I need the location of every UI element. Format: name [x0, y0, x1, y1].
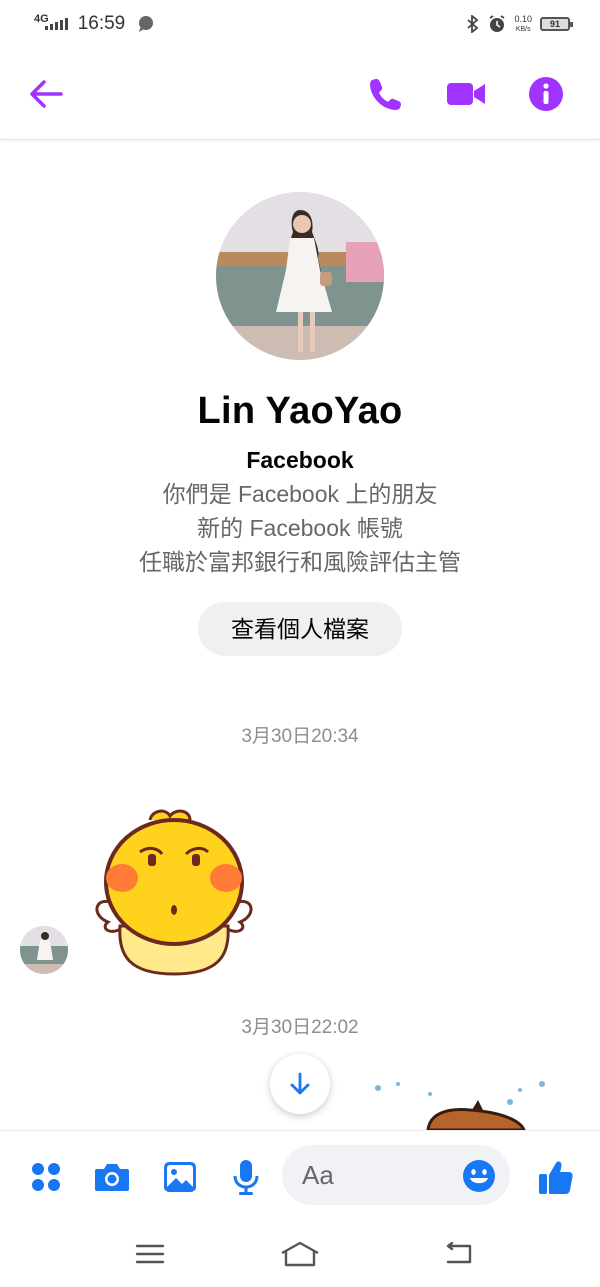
- emoji-icon: [463, 1160, 495, 1192]
- back-button[interactable]: [28, 76, 64, 112]
- view-profile-button[interactable]: 查看個人檔案: [198, 602, 402, 656]
- profile-platform: Facebook: [246, 447, 354, 473]
- chat-bubble-icon: [139, 16, 154, 32]
- camera-icon: [95, 1164, 129, 1191]
- info-button[interactable]: [526, 74, 566, 114]
- back-icon: [446, 1242, 472, 1264]
- net-speed: 0.10 KB/s: [514, 13, 532, 34]
- status-bar: 4G 16:59 0.10 KB/s 91: [0, 0, 600, 48]
- battery-icon: 91: [540, 17, 573, 31]
- camera-button[interactable]: [90, 1155, 134, 1199]
- video-call-button[interactable]: [446, 74, 486, 114]
- microphone-icon: [233, 1160, 259, 1195]
- animal-sticker-icon: [375, 1081, 545, 1132]
- net-speed-value: 0.10: [514, 13, 532, 24]
- gallery-button[interactable]: [158, 1155, 202, 1199]
- profile-section: Lin YaoYao Facebook 你們是 Facebook 上的朋友 新的…: [0, 192, 600, 656]
- back-nav-button[interactable]: [438, 1236, 478, 1272]
- status-left: 4G 16:59: [34, 13, 155, 35]
- gallery-icon: [164, 1162, 196, 1192]
- conversation-header: [0, 48, 600, 140]
- home-icon: [281, 1241, 319, 1267]
- message-composer: [0, 1130, 600, 1220]
- thumbs-up-icon: [539, 1161, 573, 1194]
- status-right: 0.10 KB/s 91: [466, 13, 573, 34]
- sticker-message[interactable]: [90, 806, 258, 976]
- alarm-icon: [489, 15, 505, 32]
- message-timestamp: 3月30日22:02: [241, 1017, 359, 1038]
- back-arrow-icon: [30, 80, 63, 108]
- system-nav-bar: [0, 1220, 600, 1287]
- more-actions-button[interactable]: [24, 1155, 68, 1199]
- net-speed-unit: KB/s: [515, 25, 531, 33]
- emoji-button[interactable]: [462, 1159, 496, 1193]
- profile-name: Lin YaoYao: [197, 390, 403, 432]
- apps-grid-icon: [32, 1163, 60, 1191]
- menu-icon: [135, 1244, 165, 1264]
- profile-photo-icon: [216, 192, 384, 360]
- home-button[interactable]: [280, 1236, 320, 1272]
- arrow-down-icon: [290, 1072, 310, 1095]
- video-camera-icon: [447, 83, 485, 105]
- voice-message-button[interactable]: [224, 1155, 268, 1199]
- message-timestamp: 3月30日20:34: [241, 726, 359, 747]
- friends-status-text: 你們是 Facebook 上的朋友: [162, 481, 438, 507]
- status-time: 16:59: [77, 13, 126, 34]
- scroll-down-button[interactable]: [270, 1054, 330, 1114]
- phone-icon: [370, 79, 401, 110]
- voice-call-button[interactable]: [366, 74, 406, 114]
- duck-sticker-icon: [95, 809, 253, 976]
- work-info-text: 任職於富邦銀行和風險評估主管: [139, 549, 461, 575]
- like-button[interactable]: [534, 1155, 578, 1199]
- sticker-message[interactable]: [360, 1072, 560, 1132]
- profile-avatar[interactable]: [216, 192, 384, 360]
- recent-apps-button[interactable]: [130, 1236, 170, 1272]
- new-account-text: 新的 Facebook 帳號: [197, 515, 403, 541]
- bluetooth-icon: [467, 15, 479, 33]
- network-type: 4G: [34, 13, 49, 25]
- info-icon: [529, 77, 563, 111]
- sender-avatar[interactable]: [20, 926, 68, 974]
- sender-photo-icon: [20, 926, 68, 974]
